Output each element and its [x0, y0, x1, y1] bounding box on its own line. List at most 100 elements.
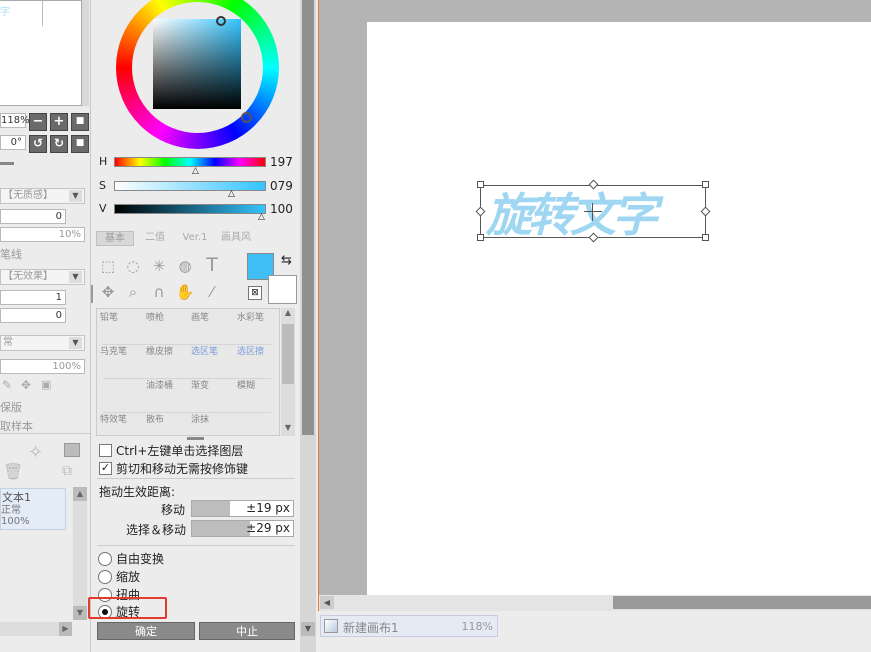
handle-top-left[interactable]: [477, 181, 484, 188]
magic-icon[interactable]: ✧: [28, 442, 43, 463]
chevron-down-icon[interactable]: ▼: [281, 423, 295, 436]
tab-basic[interactable]: 基本: [96, 231, 134, 246]
radio-scale[interactable]: 缩放: [98, 568, 140, 585]
layer-item[interactable]: 文本1 正常 100%: [0, 488, 66, 530]
resize-grip[interactable]: [187, 437, 204, 440]
tab-painter[interactable]: 画具风: [216, 231, 256, 246]
layer-scrollbar[interactable]: ▲ ▼: [73, 487, 87, 620]
zoom-reset-button[interactable]: ■: [71, 113, 89, 131]
canvas[interactable]: [367, 22, 871, 595]
brush-pencil[interactable]: 铅笔: [97, 309, 142, 342]
navigator-scrollbar[interactable]: [82, 0, 89, 106]
eyedropper-icon[interactable]: ⁄: [201, 281, 223, 303]
s-slider-handle[interactable]: △: [228, 189, 235, 199]
navigator-preview[interactable]: 字: [0, 0, 82, 106]
brush-empty[interactable]: [97, 377, 142, 410]
secondary-color-swatch[interactable]: [268, 275, 297, 304]
cancel-button[interactable]: 中止: [199, 622, 295, 640]
brush-scatter[interactable]: 散布: [143, 411, 188, 444]
brush-marker[interactable]: 马克笔: [97, 343, 142, 376]
magic-wand-icon[interactable]: ✳: [148, 255, 170, 277]
v-slider-handle[interactable]: △: [258, 212, 265, 222]
brush-empty-2[interactable]: [234, 411, 279, 444]
handle-bottom-left[interactable]: [477, 234, 484, 241]
angle-field[interactable]: 0°: [0, 135, 26, 150]
h-slider-handle[interactable]: △: [192, 166, 199, 176]
chevron-up-icon[interactable]: ▲: [73, 487, 87, 501]
move-lock-icon[interactable]: ✥: [21, 378, 31, 392]
rect-select-icon[interactable]: ⬚: [97, 255, 119, 277]
effect-strength-field[interactable]: 0: [0, 308, 66, 323]
zoom-icon[interactable]: ⌕: [122, 281, 144, 303]
brush-bucket[interactable]: 油漆桶: [143, 377, 188, 410]
effect-width-field[interactable]: 1: [0, 290, 66, 305]
layer-hscrollbar[interactable]: ▶: [0, 622, 72, 636]
chevron-right-icon[interactable]: ▶: [59, 622, 72, 636]
rotate-reset-button[interactable]: ■: [71, 135, 89, 153]
saturation-value-square[interactable]: [153, 19, 241, 109]
brush-scrollbar[interactable]: ▲ ▼: [281, 308, 295, 436]
swap-colors-icon[interactable]: ⇆: [281, 253, 292, 268]
layer-select-icon[interactable]: ◍: [174, 255, 196, 277]
brush-airbrush[interactable]: 喷枪: [143, 309, 188, 342]
lock-icon[interactable]: ▣: [41, 378, 51, 391]
s-value[interactable]: 079: [270, 179, 293, 193]
brush-blur[interactable]: 模糊: [234, 377, 279, 410]
document-tab[interactable]: 新建画布1 118%: [320, 615, 498, 637]
brush-eraser[interactable]: 橡皮擦: [143, 343, 188, 376]
move-icon[interactable]: ✥: [97, 281, 119, 303]
cut-move-checkbox[interactable]: ✓: [99, 462, 112, 475]
brush-select-pen[interactable]: 选区笔: [188, 343, 233, 376]
tab-binary[interactable]: 二值: [139, 231, 171, 246]
zoom-in-button[interactable]: +: [50, 113, 68, 131]
brush-gradient[interactable]: 渐变: [188, 377, 233, 410]
zoom-field[interactable]: 118%: [0, 113, 30, 128]
lasso-icon[interactable]: ◌: [122, 255, 144, 277]
chevron-left-icon[interactable]: ◀: [320, 596, 334, 609]
texture-dropdown[interactable]: 【无质感】 ▼: [0, 188, 85, 204]
handle-top-right[interactable]: [702, 181, 709, 188]
zoom-out-button[interactable]: −: [29, 113, 47, 131]
canvas-hscroll-thumb[interactable]: [613, 596, 871, 609]
rotate-left-button[interactable]: ↺: [29, 135, 47, 153]
tool-panel-scroll-thumb[interactable]: [302, 0, 314, 435]
brush-select-eraser[interactable]: 选区擦: [234, 343, 279, 376]
select-move-distance-slider[interactable]: ±29 px: [191, 520, 294, 537]
tab-ver1[interactable]: Ver.1: [176, 231, 214, 246]
opacity-field[interactable]: 100%: [0, 359, 85, 374]
hue-cursor[interactable]: [241, 112, 252, 123]
rotate-right-button[interactable]: ↻: [50, 135, 68, 153]
texture-strength-field[interactable]: 10%: [0, 227, 85, 242]
move-distance-slider[interactable]: ±19 px: [191, 500, 294, 517]
h-value[interactable]: 197: [270, 155, 293, 169]
cut-move-option[interactable]: ✓ 剪切和移动无需按修饰键: [99, 460, 248, 477]
chevron-down-icon[interactable]: ▼: [301, 622, 315, 636]
chevron-down-icon[interactable]: ▼: [73, 606, 87, 620]
v-slider[interactable]: [114, 204, 266, 214]
sv-cursor[interactable]: [216, 16, 226, 26]
trash-icon[interactable]: 🗑: [3, 462, 23, 481]
handle-bottom-right[interactable]: [702, 234, 709, 241]
brush-brush[interactable]: 画笔: [188, 309, 233, 342]
hand-icon[interactable]: ✋: [174, 281, 196, 303]
transparent-color-icon[interactable]: ⊠: [248, 286, 262, 300]
effect-dropdown[interactable]: 【无效果】 ▼: [0, 269, 85, 285]
new-layer-icon[interactable]: [64, 443, 80, 457]
h-slider[interactable]: [114, 157, 266, 167]
v-value[interactable]: 100: [270, 202, 293, 216]
chevron-up-icon[interactable]: ▲: [281, 308, 295, 321]
chevron-down-icon: ▼: [69, 190, 82, 202]
ok-button[interactable]: 确定: [97, 622, 195, 640]
text-tool-icon[interactable]: T: [201, 254, 223, 276]
copy-layer-icon[interactable]: ⧉: [62, 463, 72, 479]
rotate-icon[interactable]: ∩: [148, 281, 170, 303]
pen-lock-icon[interactable]: ✎: [2, 378, 12, 392]
ctrl-click-checkbox[interactable]: [99, 444, 112, 457]
brush-watercolor[interactable]: 水彩笔: [234, 309, 279, 342]
ctrl-click-option[interactable]: Ctrl+左键单击选择图层: [99, 442, 243, 459]
texture-scale-field[interactable]: 0: [0, 209, 66, 224]
radio-free-transform[interactable]: 自由变换: [98, 550, 164, 567]
blend-mode-dropdown[interactable]: 常 ▼: [0, 335, 85, 351]
s-slider[interactable]: [114, 181, 266, 191]
brush-effect[interactable]: 特效笔: [97, 411, 142, 444]
